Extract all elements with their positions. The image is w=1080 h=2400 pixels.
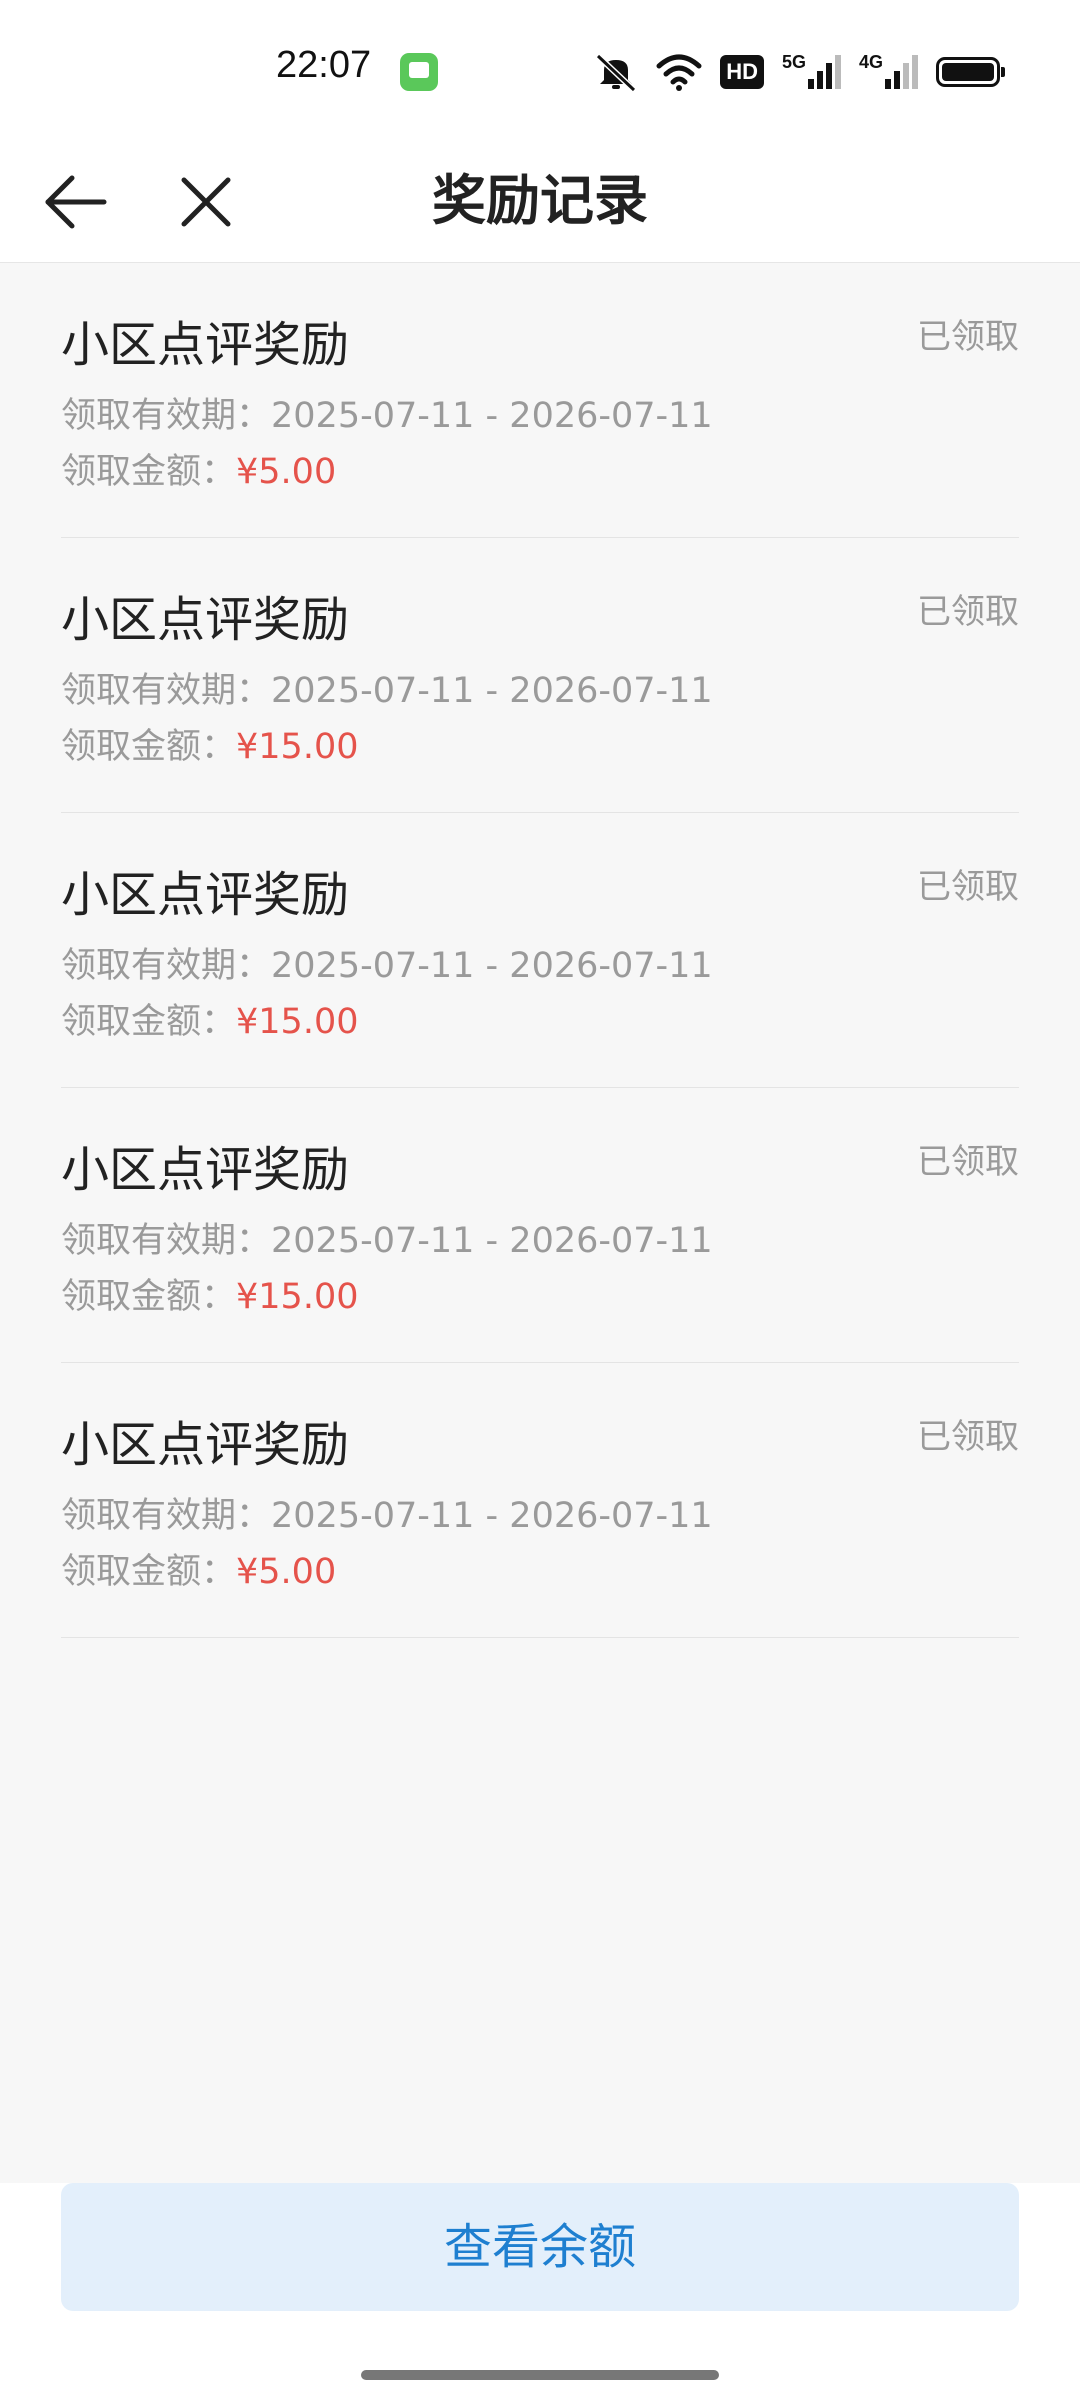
amount-value: ¥5.00 — [236, 452, 337, 492]
network-4g-label: 4G — [858, 52, 883, 72]
period-value: 2025-07-11 - 2026-07-11 — [271, 1221, 713, 1261]
reward-period: 领取有效期：2025-07-11 - 2026-07-11 — [61, 937, 713, 988]
reward-status: 已领取 — [917, 592, 1019, 632]
reward-title: 小区点评奖励 — [61, 1142, 350, 1198]
signal-5g-icon: 5G — [782, 52, 841, 92]
reward-list: 小区点评奖励 已领取 领取有效期：2025-07-11 - 2026-07-11… — [0, 263, 1080, 2183]
amount-label: 领取金额： — [61, 452, 237, 492]
reward-amount: 领取金额：¥15.00 — [61, 993, 358, 1044]
amount-value: ¥5.00 — [236, 1552, 337, 1592]
reward-status: 已领取 — [917, 1142, 1019, 1182]
period-label: 领取有效期： — [61, 671, 272, 711]
status-time: 22:07 — [276, 44, 372, 86]
reward-status: 已领取 — [917, 317, 1019, 357]
page-title: 奖励记录 — [432, 169, 648, 232]
reward-period: 领取有效期：2025-07-11 - 2026-07-11 — [61, 387, 713, 438]
reward-item: 小区点评奖励 已领取 领取有效期：2025-07-11 - 2026-07-11… — [61, 263, 1019, 538]
period-value: 2025-07-11 - 2026-07-11 — [271, 1496, 713, 1536]
reward-item: 小区点评奖励 已领取 领取有效期：2025-07-11 - 2026-07-11… — [61, 1363, 1019, 1638]
network-5g-label: 5G — [781, 52, 806, 72]
period-label: 领取有效期： — [61, 396, 272, 436]
reward-title: 小区点评奖励 — [61, 592, 350, 648]
period-value: 2025-07-11 - 2026-07-11 — [271, 396, 713, 436]
amount-value: ¥15.00 — [236, 727, 359, 767]
signal-bars-2 — [885, 55, 918, 89]
reward-item: 小区点评奖励 已领取 领取有效期：2025-07-11 - 2026-07-11… — [61, 538, 1019, 813]
period-value: 2025-07-11 - 2026-07-11 — [271, 946, 713, 986]
screen: 22:07 HD 5G 4G 奖励记录 小区点评奖励 已领取 领取有效期：202… — [0, 0, 1080, 2400]
wifi-icon — [656, 52, 702, 92]
reward-period: 领取有效期：2025-07-11 - 2026-07-11 — [61, 1487, 713, 1538]
reward-item: 小区点评奖励 已领取 领取有效期：2025-07-11 - 2026-07-11… — [61, 813, 1019, 1088]
status-bar: 22:07 HD 5G 4G — [0, 0, 1080, 140]
mute-icon — [594, 52, 638, 92]
amount-value: ¥15.00 — [236, 1002, 359, 1042]
reward-status: 已领取 — [917, 867, 1019, 907]
message-app-icon — [400, 53, 438, 91]
hd-icon: HD — [720, 52, 764, 92]
amount-value: ¥15.00 — [236, 1277, 359, 1317]
reward-status: 已领取 — [917, 1417, 1019, 1457]
nav-bar: 奖励记录 — [0, 140, 1080, 263]
bottom-action-area: 查看余额 — [0, 2183, 1080, 2400]
reward-amount: 领取金额：¥5.00 — [61, 1543, 336, 1594]
status-icons: HD 5G 4G — [594, 50, 1005, 94]
period-label: 领取有效期： — [61, 1221, 272, 1261]
hd-badge: HD — [720, 55, 764, 89]
reward-amount: 领取金额：¥5.00 — [61, 443, 336, 494]
amount-label: 领取金额： — [61, 1552, 237, 1592]
signal-bars-1 — [807, 55, 841, 89]
battery-shape — [936, 57, 1005, 87]
signal-4g-icon: 4G — [859, 52, 918, 92]
amount-label: 领取金额： — [61, 727, 237, 767]
view-balance-button[interactable]: 查看余额 — [61, 2183, 1019, 2311]
reward-title: 小区点评奖励 — [61, 1417, 350, 1473]
reward-amount: 领取金额：¥15.00 — [61, 718, 358, 769]
amount-label: 领取金额： — [61, 1277, 237, 1317]
reward-period: 领取有效期：2025-07-11 - 2026-07-11 — [61, 662, 713, 713]
home-indicator[interactable] — [361, 2370, 719, 2380]
reward-period: 领取有效期：2025-07-11 - 2026-07-11 — [61, 1212, 713, 1263]
reward-title: 小区点评奖励 — [61, 867, 350, 923]
amount-label: 领取金额： — [61, 1002, 237, 1042]
period-value: 2025-07-11 - 2026-07-11 — [271, 671, 713, 711]
battery-icon — [936, 52, 1005, 92]
reward-item: 小区点评奖励 已领取 领取有效期：2025-07-11 - 2026-07-11… — [61, 1088, 1019, 1363]
period-label: 领取有效期： — [61, 946, 272, 986]
reward-amount: 领取金额：¥15.00 — [61, 1268, 358, 1319]
period-label: 领取有效期： — [61, 1496, 272, 1536]
reward-title: 小区点评奖励 — [61, 317, 350, 373]
